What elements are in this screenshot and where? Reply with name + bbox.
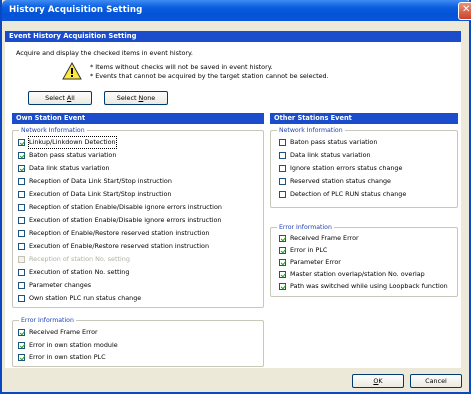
checkbox-unchecked[interactable]	[279, 178, 286, 185]
description-text: Acquire and display the checked items in…	[16, 49, 193, 57]
checkbox-checked[interactable]	[18, 329, 25, 336]
checkbox-checked[interactable]	[279, 259, 286, 266]
other-error-group-label: Error Information	[277, 223, 334, 232]
checkbox-label: Detection of PLC RUN status change	[290, 190, 407, 198]
event-history-header: Event History Acquisition Setting	[5, 31, 461, 42]
ok-button[interactable]: OK	[352, 374, 404, 388]
checkbox-checked[interactable]	[279, 235, 286, 242]
other-stations-header: Other Stations Event	[270, 113, 458, 124]
checkbox-checked[interactable]	[18, 139, 25, 146]
checkbox-unchecked[interactable]	[279, 139, 286, 146]
checkbox-label: Reception of station No. setting	[29, 255, 130, 263]
checkbox-label: Execution of Data Link Start/Stop instru…	[29, 190, 172, 198]
window-title: History Acquisition Setting	[9, 5, 143, 15]
checkbox-label: Master station overlap/station No. overl…	[290, 270, 425, 278]
checkbox-label: Error in own station module	[29, 340, 118, 349]
checkbox-checked[interactable]	[18, 354, 25, 361]
checkbox-label: Reception of Enable/Restore reserved sta…	[29, 229, 210, 237]
checkbox-checked[interactable]	[279, 283, 286, 290]
checkbox-label: Path was switched while using Loopback f…	[290, 282, 448, 290]
warning-icon	[62, 62, 82, 80]
checkbox-checked[interactable]	[279, 271, 286, 278]
checkbox-unchecked[interactable]	[279, 165, 286, 172]
ok-label-suffix: K	[378, 377, 383, 385]
note-unchecked: * Items without checks will not be saved…	[90, 63, 273, 71]
checkbox-unchecked[interactable]	[279, 191, 286, 198]
checkbox-checked[interactable]	[18, 152, 25, 159]
select-all-button[interactable]: Select All	[28, 91, 92, 105]
close-icon: ✕	[462, 4, 471, 15]
cancel-button[interactable]: Cancel	[410, 374, 462, 388]
checkbox-unchecked[interactable]	[18, 204, 25, 211]
select-none-label-prefix: Select	[116, 94, 139, 102]
checkbox-unchecked[interactable]	[18, 178, 25, 185]
checkbox-unchecked[interactable]	[18, 230, 25, 237]
checkbox-label: Baton pass status variation	[290, 138, 378, 146]
checkbox-label: Error in PLC	[290, 246, 328, 254]
checkbox-label: Reception of station Enable/Disable igno…	[29, 203, 222, 211]
checkbox-checked[interactable]	[18, 165, 25, 172]
checkbox-label: Received Frame Error	[29, 328, 98, 336]
select-all-label-prefix: Select	[45, 94, 67, 102]
checkbox-unchecked	[18, 256, 25, 263]
checkbox-label: Error in own station PLC	[29, 353, 106, 361]
checkbox-unchecked[interactable]	[18, 243, 25, 250]
checkbox-label: Baton pass status variation	[29, 151, 117, 159]
checkbox-label: Linkup/Linkdown Detection	[28, 136, 117, 149]
checkbox-label: Execution of station No. setting	[29, 268, 130, 276]
checkbox-label: Data link status variation	[290, 151, 371, 159]
checkbox-label: Ignore station errors status change	[290, 164, 403, 172]
checkbox-label: Received Frame Error	[290, 234, 359, 242]
checkbox-checked[interactable]	[279, 247, 286, 254]
checkbox-unchecked[interactable]	[18, 282, 25, 289]
select-none-label-suffix: one	[143, 94, 156, 102]
checkbox-label: Own station PLC run status change	[29, 294, 142, 302]
checkbox-unchecked[interactable]	[18, 217, 25, 224]
checkbox-label: Execution of station Enable/Disable igno…	[29, 216, 222, 224]
checkbox-label: Reception of Data Link Start/Stop instru…	[29, 177, 172, 185]
checkbox-label: Execution of Enable/Restore reserved sta…	[29, 242, 210, 250]
own-error-group-label: Error Information	[19, 316, 76, 325]
checkbox-label: Parameter Error	[290, 258, 341, 266]
close-button[interactable]: ✕	[458, 2, 471, 20]
select-none-button[interactable]: Select None	[104, 91, 168, 105]
checkbox-unchecked[interactable]	[18, 295, 25, 302]
other-network-group-label: Network Information	[277, 126, 345, 135]
checkbox-label: Data link status variation	[29, 164, 110, 172]
checkbox-label: Parameter changes	[29, 281, 92, 289]
checkbox-unchecked[interactable]	[279, 152, 286, 159]
checkbox-label: Reserved station status change	[290, 177, 391, 185]
select-all-label-suffix: ll	[71, 94, 75, 102]
own-network-group-label: Network Information	[19, 126, 87, 135]
checkbox-unchecked[interactable]	[18, 191, 25, 198]
own-station-header: Own Station Event	[12, 113, 264, 124]
checkbox-unchecked[interactable]	[18, 269, 25, 276]
title-bar[interactable]: History Acquisition Setting ✕	[2, 0, 471, 21]
note-unsupported: * Events that cannot be acquired by the …	[90, 72, 329, 80]
checkbox-checked[interactable]	[18, 341, 25, 349]
